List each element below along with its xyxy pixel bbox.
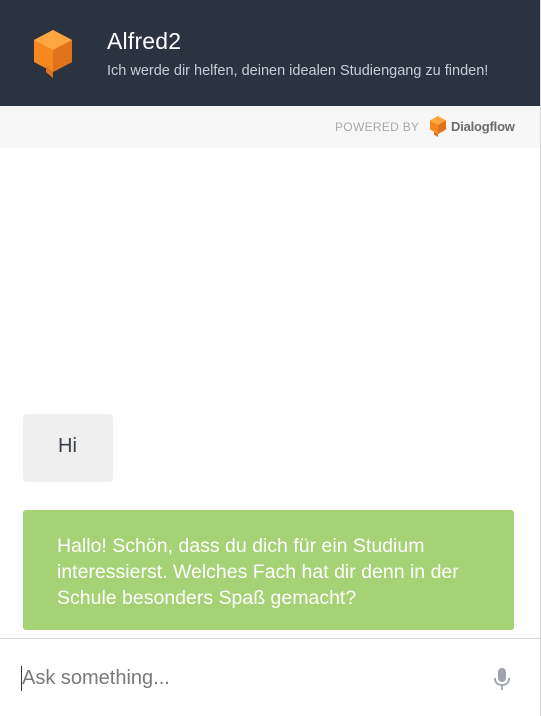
chat-header: Alfred2 Ich werde dir helfen, deinen ide… <box>0 0 540 106</box>
orange-cube-icon <box>34 30 72 78</box>
agent-name: Alfred2 <box>107 28 182 54</box>
message-list[interactable]: Hi Hallo! Schön, dass du dich für ein St… <box>0 148 540 638</box>
chat-widget: Alfred2 Ich werde dir helfen, deinen ide… <box>0 0 541 716</box>
bot-message-bubble: Hallo! Schön, dass du dich für ein Studi… <box>23 510 514 630</box>
input-bar <box>0 638 540 716</box>
message-input[interactable] <box>22 661 462 695</box>
powered-by-label: POWERED BY <box>335 120 420 134</box>
powered-by-bar: POWERED BY Dialogflow <box>0 106 540 148</box>
dialogflow-brand[interactable]: Dialogflow <box>451 119 515 134</box>
user-message-bubble: Hi <box>23 414 113 482</box>
microphone-icon[interactable] <box>493 667 511 691</box>
agent-description: Ich werde dir helfen, deinen idealen Stu… <box>107 63 489 79</box>
dialogflow-icon <box>430 116 446 137</box>
text-caret <box>21 666 22 691</box>
